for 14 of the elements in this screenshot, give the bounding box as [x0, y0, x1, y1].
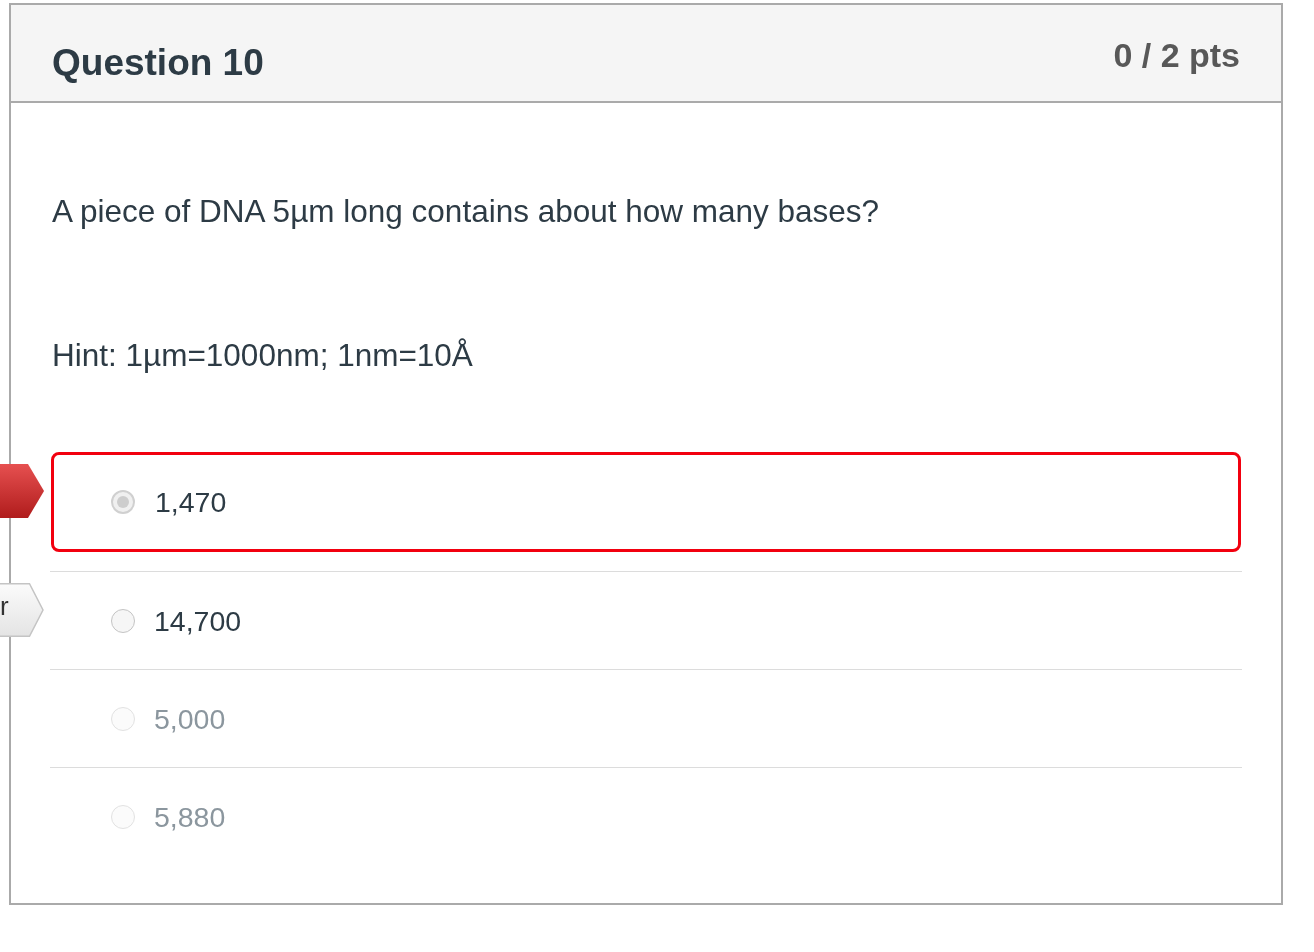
- arrow-flag-icon: [0, 464, 44, 518]
- answer-text: 14,700: [154, 603, 242, 639]
- answer-flag: r: [0, 583, 44, 637]
- radio-button[interactable]: [111, 706, 135, 731]
- radio-button[interactable]: [111, 608, 135, 633]
- radio-button[interactable]: [111, 804, 135, 829]
- answer-text: 5,880: [154, 799, 226, 835]
- question-text: A piece of DNA 5µm long contains about how many bases?: [52, 192, 881, 231]
- question-title: Question 10: [52, 41, 264, 85]
- hint-text: Hint: 1µm=1000nm; 1nm=10Å: [52, 336, 474, 375]
- points-score: 0 / 2 pts: [1113, 35, 1240, 76]
- answer-text: 1,470: [155, 485, 227, 520]
- answer-text: 5,000: [154, 701, 226, 737]
- radio-button[interactable]: [111, 490, 135, 514]
